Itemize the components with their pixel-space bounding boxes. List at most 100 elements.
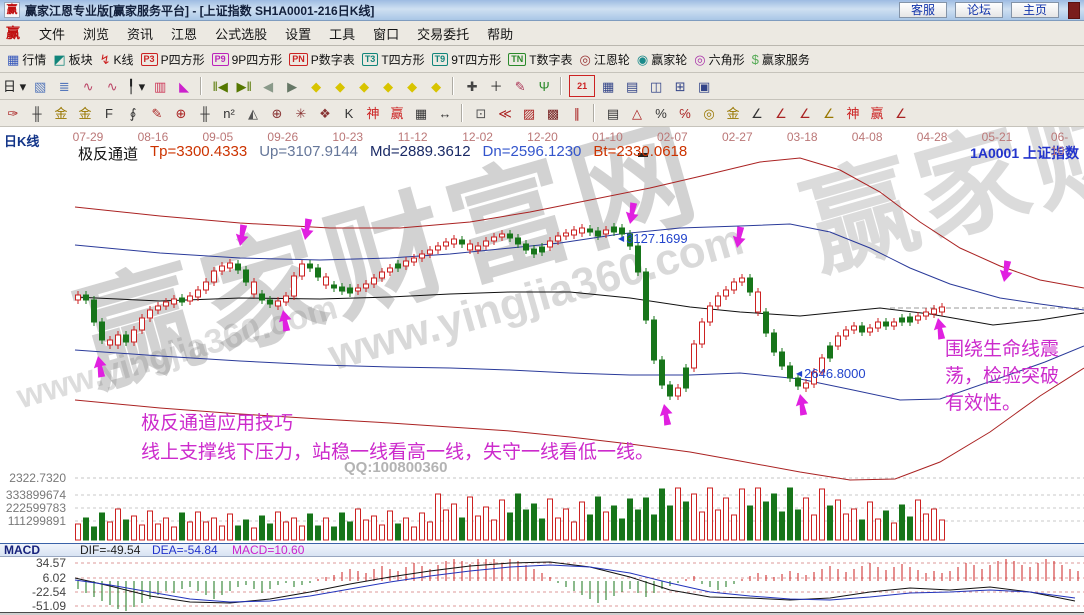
tool-icon[interactable]: ＋ [485,76,507,96]
tool-icon[interactable]: ◆ [425,76,447,96]
tool-icon[interactable]: ❖ [314,103,336,123]
tool-icon[interactable]: ∠ [890,103,912,123]
toolbar-separator [560,77,562,95]
tool-icon[interactable]: ∿ [77,76,99,96]
tool-icon[interactable]: ╿ ▾ [125,76,147,96]
tool-icon[interactable]: n² [218,103,240,123]
tool-icon[interactable]: 21 [569,75,595,97]
tool-icon[interactable]: ▤ [602,103,624,123]
tool-icon[interactable]: △ [626,103,648,123]
tool-icon[interactable]: ▦ [410,103,432,123]
tool-icon[interactable]: ◆ [305,76,327,96]
tool-icon[interactable]: ▧ [29,76,51,96]
tool-icon[interactable]: ◭ [242,103,264,123]
menu-item[interactable]: 资讯 [118,24,162,43]
toolbar-button[interactable]: $赢家服务 [752,51,810,68]
tool-icon[interactable]: ‖◀ [209,76,231,96]
support-button[interactable]: 客服 [899,2,947,18]
tool-icon[interactable]: ✎ [146,103,168,123]
tool-icon[interactable]: ▩ [542,103,564,123]
kline-chart-canvas[interactable] [0,127,1084,615]
tool-icon[interactable]: 神 [842,103,864,123]
toolbar-button[interactable]: T99T四方形 [432,51,502,68]
tool-icon[interactable]: ⊡ [470,103,492,123]
macd-panel-bar[interactable]: MACD DIF=-49.54 DEA=-54.84 MACD=10.60 [0,543,1084,557]
menu-item[interactable]: 工具 [320,24,364,43]
tool-icon[interactable]: ✑ [2,103,24,123]
volume-axis-label: 333899674 [0,488,66,502]
menu-item[interactable]: 文件 [30,24,74,43]
tool-icon[interactable]: ⊞ [669,76,691,96]
toolbar-button[interactable]: T3T四方形 [362,51,425,68]
tool-icon[interactable]: F [98,103,120,123]
toolbar-button[interactable]: TNT数字表 [508,51,572,68]
tool-icon[interactable]: ╫ [194,103,216,123]
date-tick-label: 06-10 [1051,130,1073,158]
tool-icon[interactable]: ⊕ [266,103,288,123]
tool-icon[interactable]: ◆ [401,76,423,96]
low-price-annotation: 2646.8000 [796,366,866,381]
tool-icon[interactable]: ≣ [53,76,75,96]
tool-icon[interactable]: ∠ [794,103,816,123]
tool-icon[interactable]: ▶‖ [233,76,255,96]
tool-icon[interactable]: ▥ [149,76,171,96]
menu-item[interactable]: 窗口 [364,24,408,43]
tool-icon[interactable]: ◆ [353,76,375,96]
tool-icon[interactable]: ✎ [509,76,531,96]
tool-icon[interactable]: ∠ [818,103,840,123]
home-button[interactable]: 主页 [1011,2,1059,18]
tool-icon[interactable]: ↔ [434,103,456,123]
tool-icon[interactable]: 金 [74,103,96,123]
menu-item[interactable]: 帮助 [478,24,522,43]
forum-button[interactable]: 论坛 [955,2,1003,18]
period-label: 日K线 [4,131,39,150]
tool-icon[interactable]: ∠ [770,103,792,123]
tool-icon[interactable]: % [650,103,672,123]
menu-item[interactable]: 公式选股 [206,24,276,43]
tool-icon[interactable]: ▨ [518,103,540,123]
toolbar-button[interactable]: PNP数字表 [289,51,355,68]
toolbar-button[interactable]: ◎江恩轮 [580,51,630,68]
tool-icon[interactable]: ⊕ [170,103,192,123]
tool-icon[interactable]: ℅ [674,103,696,123]
tool-icon[interactable]: 赢 [866,103,888,123]
tool-icon[interactable]: ◆ [377,76,399,96]
tool-icon[interactable]: ◀ [257,76,279,96]
tool-icon[interactable]: 日 ▾ [2,76,27,96]
menu-item[interactable]: 交易委托 [408,24,478,43]
toolbar-button[interactable]: P3P四方形 [141,51,205,68]
toolbar-button[interactable]: ◎六角形 [694,51,744,68]
menu-item[interactable]: 浏览 [74,24,118,43]
tool-icon[interactable]: ▦ [597,76,619,96]
tool-icon[interactable]: K [338,103,360,123]
tool-icon[interactable]: ∥ [566,103,588,123]
tool-icon[interactable]: ╫ [26,103,48,123]
tool-icon[interactable]: ◎ [698,103,720,123]
tool-icon[interactable]: Ψ [533,76,555,96]
tool-icon[interactable]: ◣ [173,76,195,96]
tool-icon[interactable]: ▤ [621,76,643,96]
tool-icon[interactable]: ✚ [461,76,483,96]
tool-icon[interactable]: ▶ [281,76,303,96]
tool-icon[interactable]: 神 [362,103,384,123]
toolbar-button[interactable]: ▦行情 [7,51,46,68]
toolbar-button[interactable]: P99P四方形 [212,51,283,68]
toolbar-button[interactable]: ◩板块 [53,51,92,68]
tool-icon[interactable]: ∮ [122,103,144,123]
tool-icon[interactable]: ∠ [746,103,768,123]
tool-icon[interactable]: ✳ [290,103,312,123]
tool-icon[interactable]: 金 [722,103,744,123]
tool-icon[interactable]: ∿ [101,76,123,96]
tool-icon[interactable]: ≪ [494,103,516,123]
tool-icon[interactable]: ◆ [329,76,351,96]
menu-item[interactable]: 设置 [276,24,320,43]
tool-icon[interactable]: 金 [50,103,72,123]
menu-items: 文件浏览资讯江恩公式选股设置工具窗口交易委托帮助 [30,24,522,43]
tool-icon[interactable]: 赢 [386,103,408,123]
K线-icon: ↯ [100,53,111,66]
menu-item[interactable]: 江恩 [162,24,206,43]
toolbar-button[interactable]: ↯K线 [100,51,134,68]
tool-icon[interactable]: ▣ [693,76,715,96]
toolbar-button[interactable]: ◉赢家轮 [637,51,687,68]
tool-icon[interactable]: ◫ [645,76,667,96]
